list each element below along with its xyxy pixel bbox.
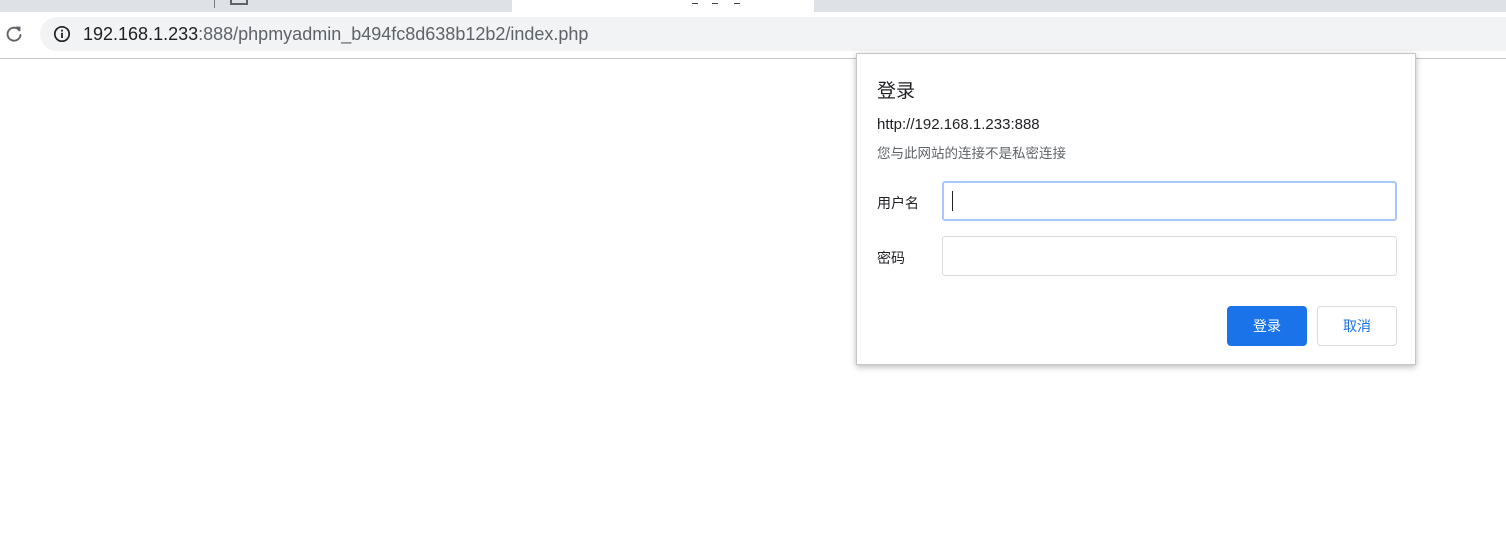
browser-chrome: 192.168.1.233:888/phpmyadmin_b494fc8d638… [0,0,1506,59]
reload-icon[interactable] [4,24,24,44]
url-text[interactable]: 192.168.1.233:888/phpmyadmin_b494fc8d638… [83,24,588,44]
login-button[interactable]: 登录 [1227,306,1307,346]
username-label: 用户名 [877,195,919,211]
tab-active-title [690,0,742,4]
tab-favicon-icon [230,0,248,5]
tab-active[interactable] [512,0,814,12]
url-path: :888/phpmyadmin_b494fc8d638b12b2/index.p… [198,24,589,44]
tab-inactive-right[interactable] [814,0,1506,12]
dialog-origin: http://192.168.1.233:888 [877,116,1040,133]
username-field[interactable] [942,181,1397,221]
password-field[interactable] [942,236,1397,276]
url-host: 192.168.1.233 [83,24,199,44]
dialog-security-note: 您与此网站的连接不是私密连接 [877,146,1066,161]
tab-divider [214,0,215,8]
password-label: 密码 [877,250,905,266]
toolbar: 192.168.1.233:888/phpmyadmin_b494fc8d638… [0,12,1506,58]
tab-inactive-left[interactable] [0,0,512,12]
address-bar[interactable]: 192.168.1.233:888/phpmyadmin_b494fc8d638… [40,17,1506,51]
auth-dialog: 登录 http://192.168.1.233:888 您与此网站的连接不是私密… [856,53,1416,365]
text-caret [952,191,953,211]
dialog-title: 登录 [877,81,916,102]
cancel-button[interactable]: 取消 [1317,306,1397,346]
tab-strip [0,0,1506,12]
info-icon[interactable] [53,25,71,43]
